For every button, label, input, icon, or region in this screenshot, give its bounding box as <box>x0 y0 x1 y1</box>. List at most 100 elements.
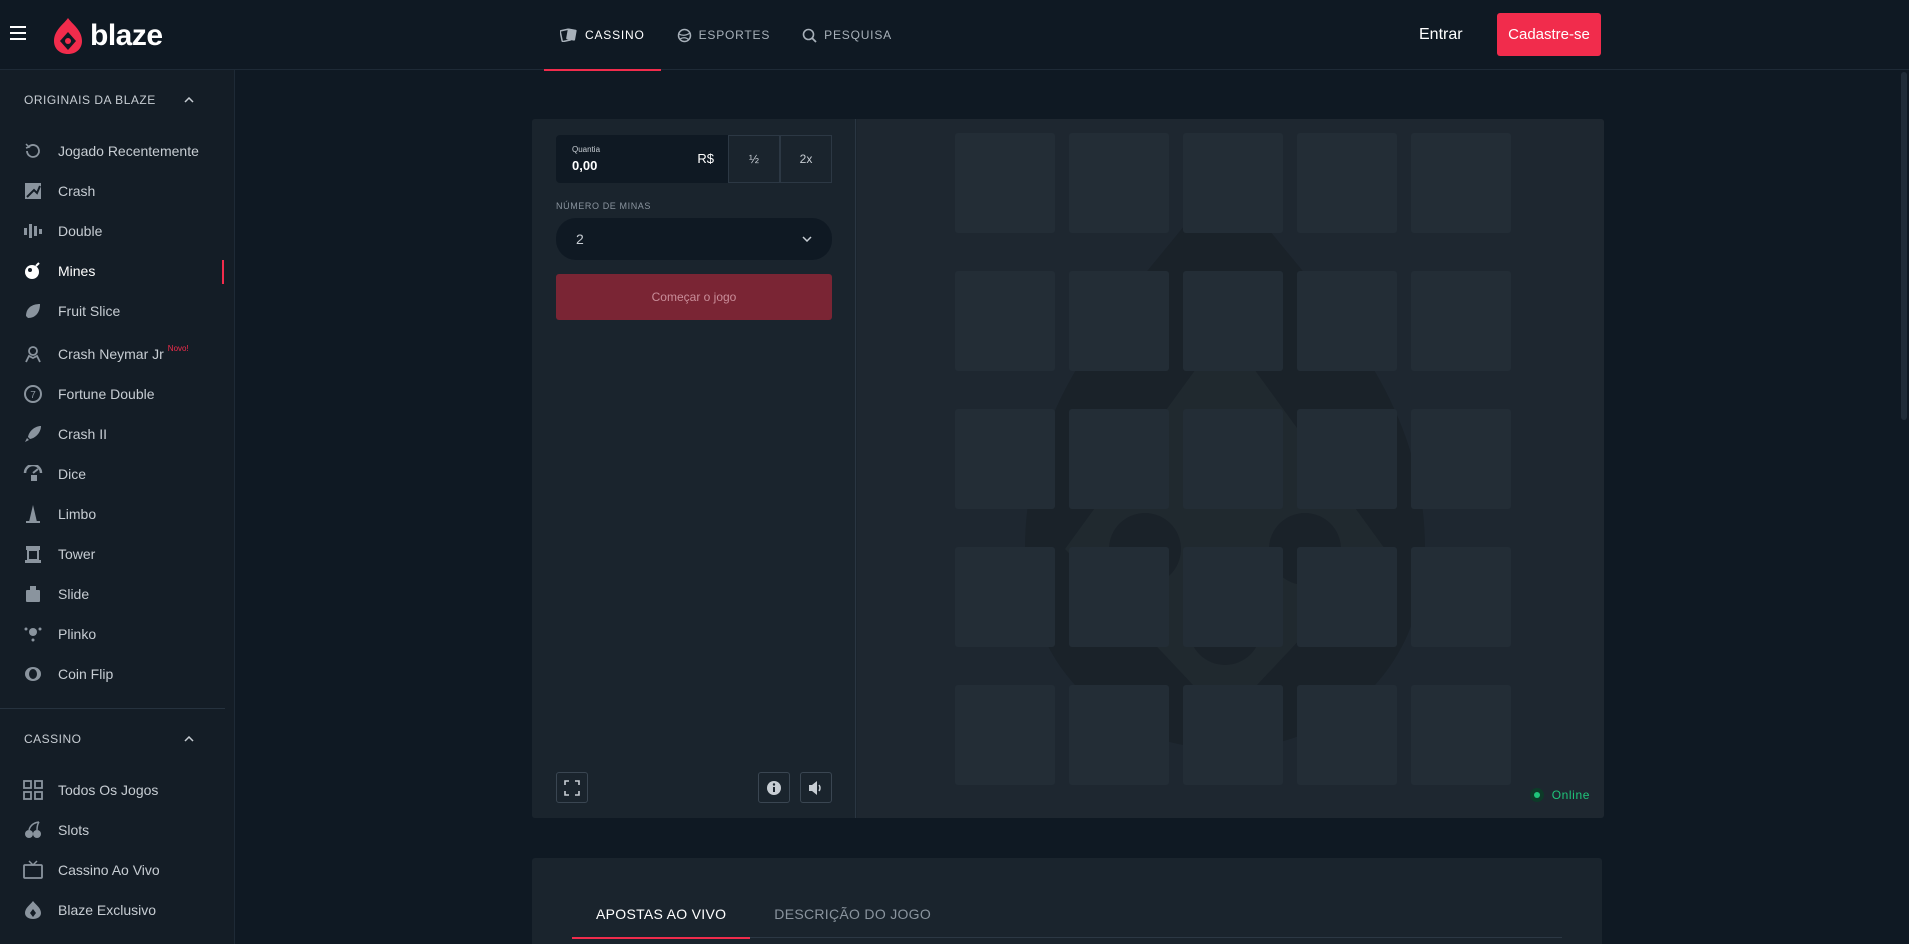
mine-tile[interactable] <box>955 271 1055 371</box>
dice-icon <box>22 463 44 485</box>
sidebar-item-double[interactable]: Double <box>22 218 227 244</box>
flame-icon <box>22 899 44 921</box>
sidebar-item-label: Cassino Ao Vivo <box>58 862 160 878</box>
half-button[interactable]: ½ <box>728 135 780 183</box>
tab-apostas-ao-vivo[interactable]: APOSTAS AO VIVO <box>572 906 751 939</box>
sidebar-item-todos-os-jogos[interactable]: Todos Os Jogos <box>22 777 227 803</box>
sidebar-item-label: Limbo <box>58 506 97 522</box>
mine-tile[interactable] <box>1297 685 1397 785</box>
rocket-icon <box>22 423 44 445</box>
mine-tile[interactable] <box>1183 547 1283 647</box>
sound-button[interactable] <box>800 772 832 803</box>
sidebar-item-label: Slots <box>58 822 90 838</box>
mine-tile[interactable] <box>1069 409 1169 509</box>
sidebar-item-slots[interactable]: Slots <box>22 817 227 843</box>
mine-tile[interactable] <box>1183 271 1283 371</box>
blaze-logo[interactable]: blaze <box>52 16 163 56</box>
mine-tile[interactable] <box>1297 271 1397 371</box>
amount-input[interactable]: Quantia 0,00 R$ <box>556 135 728 183</box>
sidebar-item-plinko[interactable]: Plinko <box>22 621 227 647</box>
mine-tile[interactable] <box>1069 547 1169 647</box>
sidebar-item-blaze-exclusivo[interactable]: Blaze Exclusivo <box>22 897 227 923</box>
sidebar-item-label: Plinko <box>58 626 97 642</box>
mine-tile[interactable] <box>1411 409 1511 509</box>
page-scrollbar[interactable] <box>1900 70 1909 944</box>
casino-title: CASSINO <box>24 732 82 746</box>
mine-tile[interactable] <box>1411 133 1511 233</box>
new-badge: Novo! <box>167 343 189 353</box>
mine-tile[interactable] <box>955 409 1055 509</box>
mine-tile[interactable] <box>1183 133 1283 233</box>
mines-count-label: NÚMERO DE MINAS <box>556 201 652 211</box>
menu-icon[interactable] <box>10 26 26 40</box>
start-game-button[interactable]: Começar o jogo <box>556 274 832 320</box>
mine-tile[interactable] <box>1069 133 1169 233</box>
nav-cassino[interactable]: CASSINO <box>544 0 661 71</box>
mine-tile[interactable] <box>955 685 1055 785</box>
sidebar-item-crash[interactable]: Crash <box>22 178 227 204</box>
mine-tile[interactable] <box>1069 685 1169 785</box>
history-icon <box>22 140 44 162</box>
sidebar-item-label: Todos Os Jogos <box>58 782 159 798</box>
sidebar-item-label: Double <box>58 223 103 239</box>
mine-tile[interactable] <box>1411 271 1511 371</box>
info-button[interactable] <box>758 772 790 803</box>
mines-count-select[interactable]: 2 <box>556 218 832 260</box>
mine-tile[interactable] <box>1183 685 1283 785</box>
casino-section-toggle[interactable]: CASSINO <box>24 732 194 746</box>
scrollbar-thumb[interactable] <box>1901 72 1907 420</box>
slide-icon <box>22 583 44 605</box>
search-icon <box>802 28 817 43</box>
chevron-down-icon <box>802 236 812 242</box>
mine-tile[interactable] <box>1183 409 1283 509</box>
fullscreen-button[interactable] <box>556 772 588 803</box>
sidebar-item-crash-neymar[interactable]: Crash Neymar Jr Novo! <box>22 341 227 367</box>
chevron-up-icon <box>184 97 194 103</box>
sidebar-item-label: Coin Flip <box>58 666 114 682</box>
currency-label: R$ <box>697 151 714 166</box>
mine-tile[interactable] <box>1297 133 1397 233</box>
sidebar-item-slide[interactable]: Slide <box>22 581 227 607</box>
sidebar-item-label: Fruit Slice <box>58 303 121 319</box>
sidebar-item-label: Mines <box>58 263 96 279</box>
neymar-icon <box>22 343 44 365</box>
nav-cassino-label: CASSINO <box>585 28 645 42</box>
tower-icon <box>22 543 44 565</box>
plinko-icon <box>22 623 44 645</box>
double-icon <box>22 220 44 242</box>
sidebar-item-cassino-ao-vivo[interactable]: Cassino Ao Vivo <box>22 857 227 883</box>
sidebar-item-crash-ii[interactable]: Crash II <box>22 421 227 447</box>
sidebar-item-label: Crash <box>58 183 96 199</box>
originals-section-toggle[interactable]: ORIGINAIS DA BLAZE <box>24 93 194 107</box>
mine-tile[interactable] <box>1297 547 1397 647</box>
sidebar-item-jogado-recentemente[interactable]: Jogado Recentemente <box>22 138 227 164</box>
mine-tile[interactable] <box>1069 271 1169 371</box>
login-button[interactable]: Entrar <box>1403 13 1479 56</box>
svg-text:7: 7 <box>30 390 36 401</box>
sidebar-item-fortune-double[interactable]: 7 Fortune Double <box>22 381 227 407</box>
sidebar-item-fruit-slice[interactable]: Fruit Slice <box>22 298 227 324</box>
tab-descricao-do-jogo[interactable]: DESCRIÇÃO DO JOGO <box>750 906 955 938</box>
nav-esportes[interactable]: ESPORTES <box>661 0 787 70</box>
grid-icon <box>22 779 44 801</box>
sidebar-item-mines[interactable]: Mines <box>22 258 227 284</box>
mine-tile[interactable] <box>955 547 1055 647</box>
nav-pesquisa[interactable]: PESQUISA <box>786 0 908 70</box>
top-header: blaze CASSINO ESPORTES PESQUISA Entrar C… <box>0 0 1909 71</box>
top-nav: CASSINO ESPORTES PESQUISA <box>544 0 908 71</box>
double-button[interactable]: 2x <box>780 135 832 183</box>
sidebar-item-label: Fortune Double <box>58 386 155 402</box>
sidebar-item-limbo[interactable]: Limbo <box>22 501 227 527</box>
mine-tile[interactable] <box>1411 685 1511 785</box>
sidebar-item-dice[interactable]: Dice <box>22 461 227 487</box>
mine-tile[interactable] <box>1411 547 1511 647</box>
signup-button[interactable]: Cadastre-se <box>1497 13 1601 56</box>
cards-icon <box>560 28 577 42</box>
sidebar-item-label: Crash Neymar Jr <box>58 346 164 362</box>
sidebar-item-label: Blaze Exclusivo <box>58 902 157 918</box>
sidebar-item-coin-flip[interactable]: Coin Flip <box>22 661 227 687</box>
mine-tile[interactable] <box>1297 409 1397 509</box>
sidebar-item-tower[interactable]: Tower <box>22 541 227 567</box>
mine-tile[interactable] <box>955 133 1055 233</box>
cherry-icon <box>22 819 44 841</box>
